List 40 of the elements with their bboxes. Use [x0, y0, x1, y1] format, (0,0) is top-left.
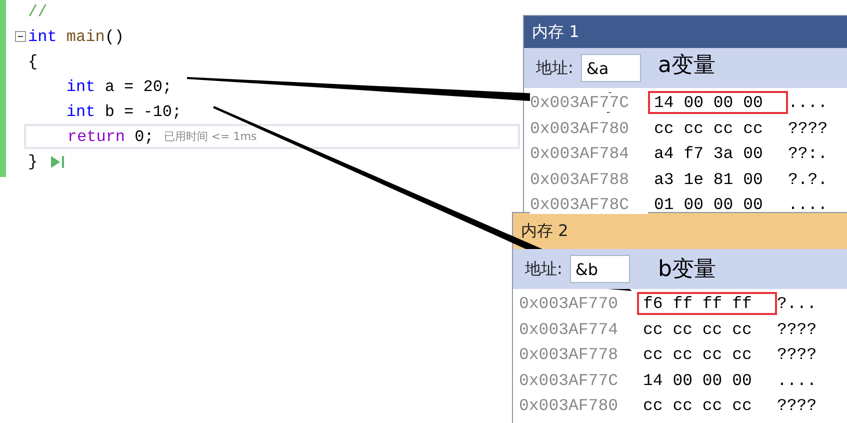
highlighted-bytes: 14 00 00 00: [648, 91, 788, 114]
code-line: }: [28, 152, 38, 170]
code-line: int a = 20;: [66, 78, 172, 96]
memory-bytes: cc cc cc cc: [653, 118, 764, 140]
code-line: //: [28, 2, 48, 20]
memory-address: 0x003AF77C: [530, 93, 648, 112]
memory-ascii: ?...: [777, 294, 817, 314]
code-line: {: [28, 52, 38, 70]
memory-address: 0x003AF78C: [530, 195, 648, 214]
address-label: 地址:: [536, 58, 574, 78]
window-title: 内存 2: [521, 220, 568, 242]
memory-ascii: ????: [777, 396, 817, 416]
memory-bytes: cc cc cc cc: [642, 344, 753, 366]
address-field[interactable]: &b: [570, 255, 630, 283]
memory-bytes: 14 00 00 00: [642, 370, 753, 392]
memory-ascii: ....: [788, 195, 828, 214]
memory-ascii: ????: [788, 118, 828, 138]
memory-ascii: ????: [777, 320, 817, 339]
code-line: int main(): [28, 28, 124, 46]
highlighted-bytes: f6 ff ff ff: [637, 292, 777, 316]
address-field[interactable]: &a: [581, 54, 642, 82]
window-title: 内存 1: [532, 22, 580, 42]
collapse-icon[interactable]: [15, 31, 26, 42]
memory-ascii: ?.?.: [788, 170, 828, 189]
memory-ascii: ....: [777, 370, 817, 390]
memory-ascii: ????: [777, 345, 817, 364]
memory-bytes: cc cc cc cc: [642, 395, 753, 418]
elapsed-time-hint: 已用时间 <= 1ms: [164, 129, 257, 144]
annotation-label: a变量: [658, 52, 716, 80]
run-to-cursor-icon[interactable]: [50, 154, 66, 168]
memory-bytes: a4 f7 3a 00: [653, 143, 764, 166]
memory-ascii: ....: [788, 93, 828, 112]
address-label: 地址:: [525, 258, 562, 280]
code-line: int b = -10;: [66, 102, 182, 120]
memory-ascii: ??:.: [788, 144, 828, 164]
code-line: return 0;: [67, 128, 154, 146]
annotation-label: b变量: [658, 256, 716, 284]
memory-bytes: cc cc cc cc: [642, 318, 753, 341]
memory-bytes: 01 00 00 00: [653, 194, 764, 216]
memory-bytes: a3 1e 81 00: [653, 168, 764, 191]
